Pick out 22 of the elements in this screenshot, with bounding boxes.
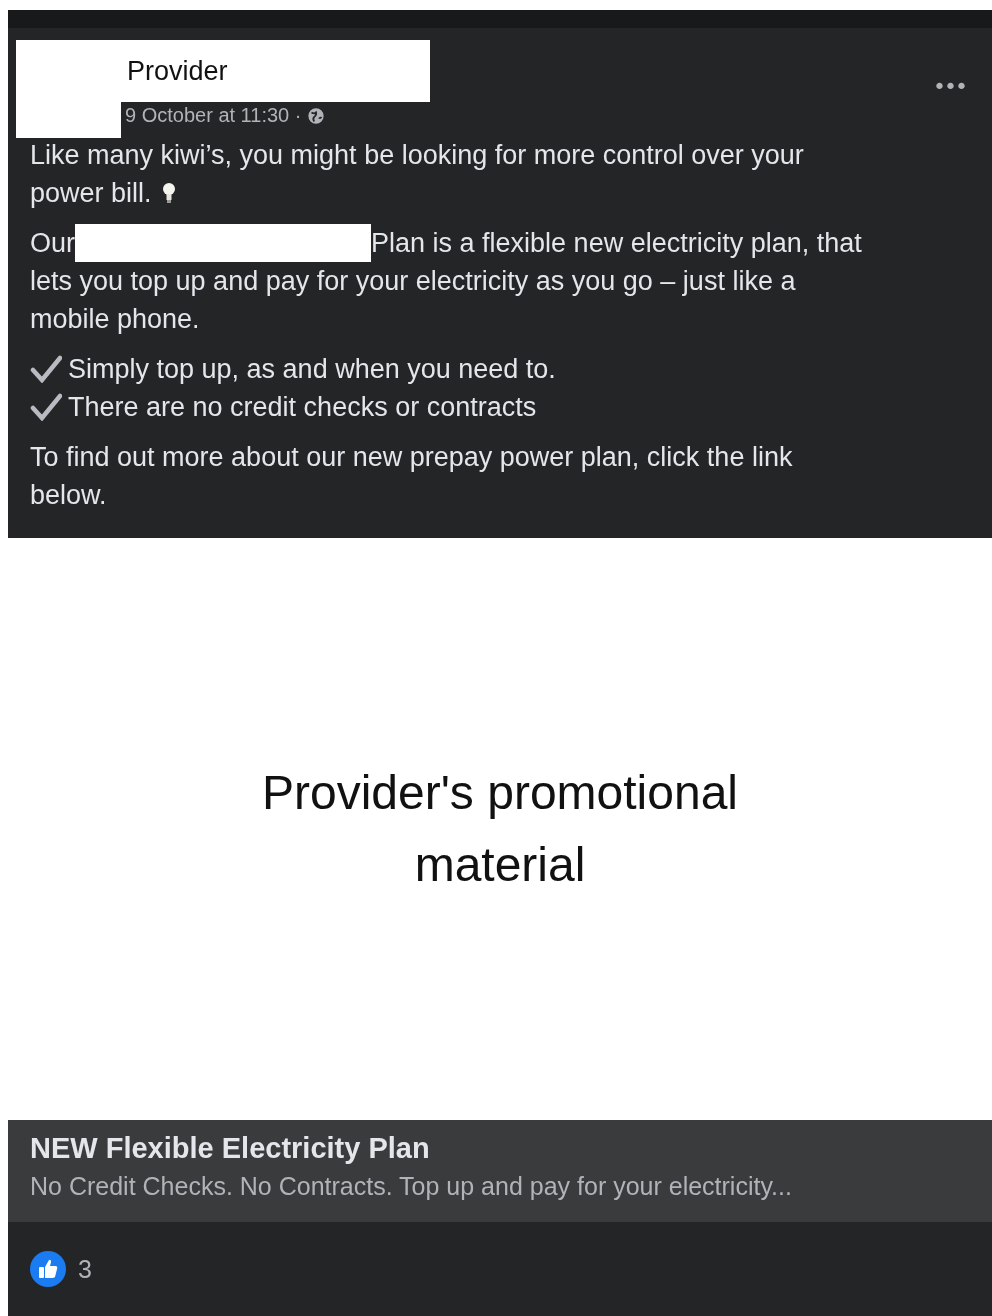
check-icon bbox=[30, 355, 62, 383]
link-preview-caption[interactable]: NEW Flexible Electricity Plan No Credit Checks. No Contracts. Top up and pay for your electricity... bbox=[8, 1120, 992, 1222]
link-title: NEW Flexible Electricity Plan bbox=[30, 1131, 431, 1166]
post-text: To find out more about our new prepay power plan, click the link below. bbox=[30, 442, 793, 510]
reaction-count[interactable]: 3 bbox=[78, 1254, 92, 1284]
post-text: Our bbox=[30, 227, 75, 260]
post-text: Plan is a flexible new electricity plan, that bbox=[371, 227, 862, 260]
preview-image[interactable]: Provider's promotional material bbox=[8, 538, 992, 1120]
post-timestamp[interactable]: 9 October at 11:30 · bbox=[125, 104, 302, 127]
like-icon[interactable] bbox=[30, 1251, 66, 1287]
lightbulb-icon bbox=[161, 181, 176, 205]
post-text: lets you top up and pay for your electricity as you go – just like a mobile phone. bbox=[30, 265, 797, 336]
post-text: power bill. bbox=[30, 177, 152, 210]
more-options-button[interactable]: ••• bbox=[929, 70, 970, 103]
check-icon bbox=[30, 393, 62, 421]
checklist-item: There are no credit checks or contracts bbox=[68, 391, 537, 424]
author-name[interactable]: Provider bbox=[127, 55, 228, 87]
globe-icon bbox=[307, 106, 326, 125]
checklist-item: Simply top up, as and when you need to. bbox=[68, 353, 556, 386]
preview-image-text: Provider's promotional material bbox=[260, 765, 739, 893]
link-description: No Credit Checks. No Contracts. Top up and pay for your electricity... bbox=[30, 1171, 793, 1202]
post-text: Like many kiwi’s, you might be looking for more control over your bbox=[30, 139, 804, 172]
